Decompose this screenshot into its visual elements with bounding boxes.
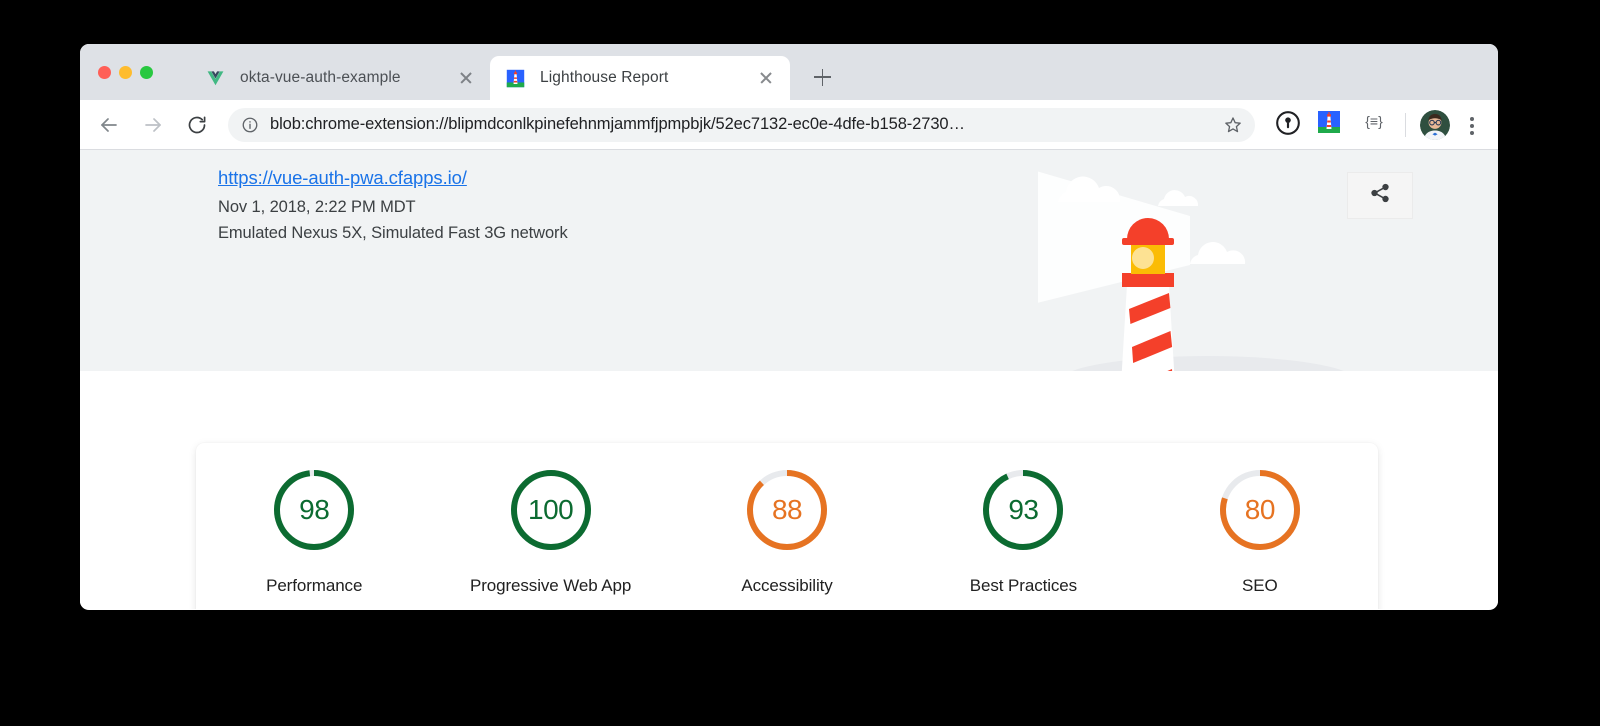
report-environment: Emulated Nexus 5X, Simulated Fast 3G net… [218, 224, 568, 242]
address-bar[interactable]: blob:chrome-extension://blipmdconlkpinef… [228, 107, 1255, 142]
gauge-ring: 98 [272, 468, 356, 552]
tab-strip: okta-vue-auth-example Lighthouse Report [80, 44, 1498, 100]
tab-title: Lighthouse Report [540, 69, 669, 86]
score-gauge-progressive-web-app[interactable]: 100 Progressive Web App [432, 468, 668, 596]
gauge-label: Accessibility [741, 576, 833, 595]
lighthouse-icon [506, 69, 525, 88]
new-tab-button[interactable] [804, 59, 840, 95]
close-icon[interactable] [454, 66, 478, 90]
close-icon[interactable] [754, 66, 778, 90]
gauge-score: 98 [299, 494, 330, 525]
star-icon[interactable] [1223, 115, 1243, 135]
chrome-menu-button[interactable] [1460, 110, 1484, 140]
score-gauge-accessibility[interactable]: 88 Accessibility [669, 468, 905, 596]
gauge-ring: 93 [981, 468, 1065, 552]
close-window-button[interactable] [98, 66, 111, 79]
share-icon [1369, 182, 1391, 209]
avatar[interactable] [1420, 109, 1450, 140]
tab-lighthouse-report[interactable]: Lighthouse Report [490, 56, 790, 100]
lighthouse-report-page: https://vue-auth-pwa.cfapps.io/ Nov 1, 2… [80, 150, 1498, 609]
zoom-window-button[interactable] [140, 66, 153, 79]
report-summary: https://vue-auth-pwa.cfapps.io/ Nov 1, 2… [218, 167, 568, 250]
gauge-label: Best Practices [969, 576, 1078, 595]
json-formatter-icon[interactable]: {≡} [1359, 110, 1389, 140]
tab-list: okta-vue-auth-example Lighthouse Report [190, 44, 840, 100]
forward-button[interactable] [136, 108, 170, 142]
gauge-label: Performance [266, 576, 363, 595]
gauge-score: 93 [1008, 494, 1039, 525]
gauge-label: Progressive Web App [469, 576, 632, 595]
traffic-lights [98, 66, 153, 79]
lighthouse-extension-icon[interactable] [1317, 110, 1347, 140]
gauge-ring: 88 [745, 468, 829, 552]
info-circle-icon[interactable] [241, 116, 259, 134]
score-gauge-seo[interactable]: 80 SEO [1142, 468, 1378, 596]
lighthouse-illustration [1038, 171, 1344, 371]
score-gauge-performance[interactable]: 98 Performance [196, 468, 432, 596]
score-summary-card: 98 Performance 100 Progressive Web App 8… [196, 443, 1378, 609]
audited-url-link[interactable]: https://vue-auth-pwa.cfapps.io/ [218, 167, 568, 189]
browser-toolbar: blob:chrome-extension://blipmdconlkpinef… [80, 100, 1498, 150]
svg-text:{≡}: {≡} [1365, 113, 1383, 129]
gauge-score: 88 [771, 494, 803, 525]
gauge-ring: 100 [509, 468, 593, 552]
vue-logo-icon [206, 69, 225, 88]
gauge-score: 100 [528, 494, 574, 525]
share-button[interactable] [1347, 172, 1413, 219]
report-timestamp: Nov 1, 2018, 2:22 PM MDT [218, 198, 416, 216]
minimize-window-button[interactable] [119, 66, 132, 79]
gauge-score: 80 [1244, 494, 1276, 525]
gauge-label: SEO [1242, 576, 1278, 595]
tab-title: okta-vue-auth-example [240, 69, 401, 86]
onepassword-icon[interactable] [1275, 110, 1305, 140]
gauge-ring: 80 [1218, 468, 1302, 552]
tab-okta-vue-auth-example[interactable]: okta-vue-auth-example [190, 56, 490, 100]
back-button[interactable] [92, 108, 126, 142]
reload-button[interactable] [180, 108, 214, 142]
address-bar-url[interactable]: blob:chrome-extension://blipmdconlkpinef… [270, 115, 1215, 134]
toolbar-divider [1405, 112, 1406, 137]
browser-window: okta-vue-auth-example Lighthouse Report … [80, 44, 1498, 610]
score-gauges: 98 Performance 100 Progressive Web App 8… [196, 443, 1378, 596]
score-gauge-best-practices[interactable]: 93 Best Practices [905, 468, 1141, 596]
report-hero: https://vue-auth-pwa.cfapps.io/ Nov 1, 2… [80, 150, 1498, 371]
